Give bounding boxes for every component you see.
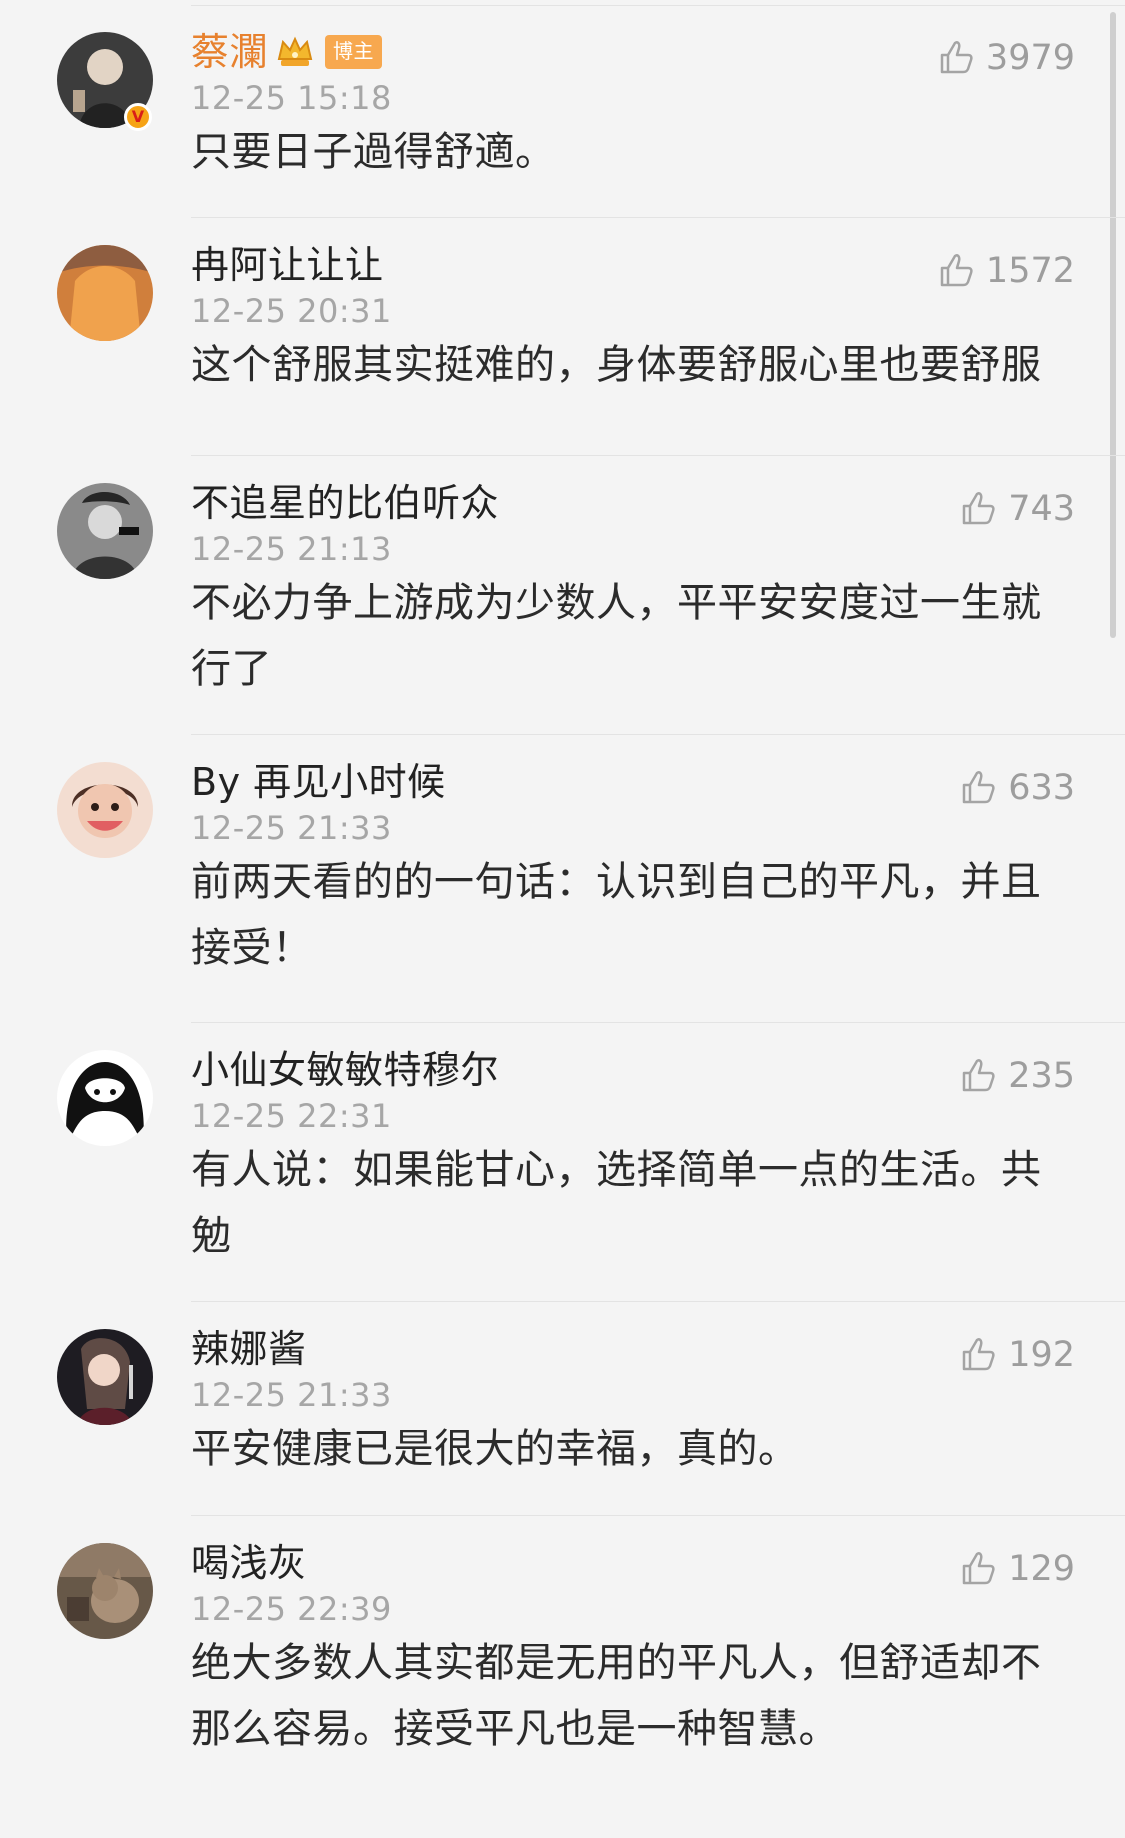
like-count: 633 [1008, 768, 1075, 808]
comment-text: 这个舒服其实挺难的，身体要舒服心里也要舒服 [191, 342, 1042, 388]
comment-meta: 小仙女敏敏特穆尔 12-25 22:31 [191, 1045, 1073, 1137]
thumbs-up-icon [932, 35, 978, 81]
username[interactable]: 喝浅灰 [191, 1538, 307, 1588]
comment-meta: 喝浅灰 12-25 22:39 [191, 1538, 1073, 1630]
comment-time: 12-25 22:39 [191, 1590, 392, 1628]
avatar[interactable] [57, 1329, 153, 1425]
thumbs-up-icon [954, 486, 1000, 532]
comment-item: 冉阿让让让 12-25 20:31 这个舒服其实挺难的，身体要舒服心里也要舒服 … [0, 218, 1125, 456]
avatar-image [57, 1329, 153, 1425]
username[interactable]: 辣娜酱 [191, 1324, 307, 1374]
name-row: 不追星的比伯听众 [191, 478, 1073, 528]
like-count: 129 [1008, 1549, 1075, 1589]
avatar[interactable] [57, 1050, 153, 1146]
avatar-image [57, 245, 153, 341]
avatar[interactable] [57, 483, 153, 579]
avatar-image [57, 1050, 153, 1146]
comment-text: 不必力争上游成为少数人，平平安安度过一生就行了 [191, 580, 1042, 692]
avatar-image [57, 483, 153, 579]
comment-text: 有人说：如果能甘心，选择简单一点的生活。共勉 [191, 1147, 1042, 1259]
name-row: 辣娜酱 [191, 1324, 1073, 1374]
thumbs-up-icon [954, 765, 1000, 811]
avatar[interactable] [57, 245, 153, 341]
comment-item: 喝浅灰 12-25 22:39 绝大多数人其实都是无用的平凡人，但舒适却不那么容… [0, 1516, 1125, 1798]
comment-time: 12-25 21:33 [191, 1376, 392, 1414]
comment-meta: 不追星的比伯听众 12-25 21:13 [191, 478, 1073, 570]
comment-list: V 蔡瀾 博主 12-25 15:18 只要日子過得舒適。 3979 冉阿让让让… [0, 5, 1125, 1798]
like-count: 1572 [985, 251, 1075, 291]
avatar-image [57, 1543, 153, 1639]
comment-meta: 辣娜酱 12-25 21:33 [191, 1324, 1073, 1416]
username[interactable]: By 再见小时候 [191, 757, 446, 807]
comment-item: By 再见小时候 12-25 21:33 前两天看的的一句话：认识到自己的平凡，… [0, 735, 1125, 1023]
like-count: 192 [1008, 1335, 1075, 1375]
thumbs-up-icon [954, 1332, 1000, 1378]
thumbs-up-icon [932, 248, 978, 294]
comment-item: 辣娜酱 12-25 21:33 平安健康已是很大的幸福，真的。 192 [0, 1302, 1125, 1516]
comment-text: 只要日子過得舒適。 [191, 129, 556, 175]
like-count: 235 [1008, 1056, 1075, 1096]
blogger-tag: 博主 [325, 35, 383, 69]
avatar[interactable] [57, 762, 153, 858]
comment-time: 12-25 22:31 [191, 1097, 392, 1135]
comments-page: V 蔡瀾 博主 12-25 15:18 只要日子過得舒適。 3979 冉阿让让让… [0, 0, 1125, 1838]
like-button[interactable]: 129 [954, 1546, 1075, 1592]
thumbs-up-icon [954, 1546, 1000, 1592]
like-button[interactable]: 743 [954, 486, 1075, 532]
name-row: By 再见小时候 [191, 757, 1073, 807]
thumbs-up-icon [954, 1053, 1000, 1099]
like-button[interactable]: 1572 [932, 248, 1075, 294]
comment-time: 12-25 15:18 [191, 79, 392, 117]
like-button[interactable]: 3979 [932, 35, 1075, 81]
username[interactable]: 蔡瀾 [191, 27, 268, 77]
comment-time: 12-25 21:13 [191, 530, 392, 568]
like-button[interactable]: 633 [954, 765, 1075, 811]
like-count: 3979 [985, 38, 1075, 78]
comment-item: 小仙女敏敏特穆尔 12-25 22:31 有人说：如果能甘心，选择简单一点的生活… [0, 1023, 1125, 1302]
verified-badge: V [124, 103, 152, 131]
like-count: 743 [1008, 489, 1075, 529]
comment-text: 绝大多数人其实都是无用的平凡人，但舒适却不那么容易。接受平凡也是一种智慧。 [191, 1640, 1042, 1752]
comment-meta: By 再见小时候 12-25 21:33 [191, 757, 1073, 849]
comment-time: 12-25 21:33 [191, 809, 392, 847]
username[interactable]: 冉阿让让让 [191, 240, 384, 290]
username[interactable]: 不追星的比伯听众 [191, 478, 499, 528]
name-row: 小仙女敏敏特穆尔 [191, 1045, 1073, 1095]
name-row: 喝浅灰 [191, 1538, 1073, 1588]
like-button[interactable]: 235 [954, 1053, 1075, 1099]
username[interactable]: 小仙女敏敏特穆尔 [191, 1045, 499, 1095]
comment-item: V 蔡瀾 博主 12-25 15:18 只要日子過得舒適。 3979 [0, 5, 1125, 218]
like-button[interactable]: 192 [954, 1332, 1075, 1378]
avatar[interactable] [57, 1543, 153, 1639]
crown-icon [274, 31, 316, 73]
comment-item: 不追星的比伯听众 12-25 21:13 不必力争上游成为少数人，平平安安度过一… [0, 456, 1125, 735]
comment-text: 前两天看的的一句话：认识到自己的平凡，并且接受！ [191, 859, 1042, 971]
avatar-image [57, 762, 153, 858]
comment-text: 平安健康已是很大的幸福，真的。 [191, 1426, 799, 1472]
comment-time: 12-25 20:31 [191, 292, 392, 330]
